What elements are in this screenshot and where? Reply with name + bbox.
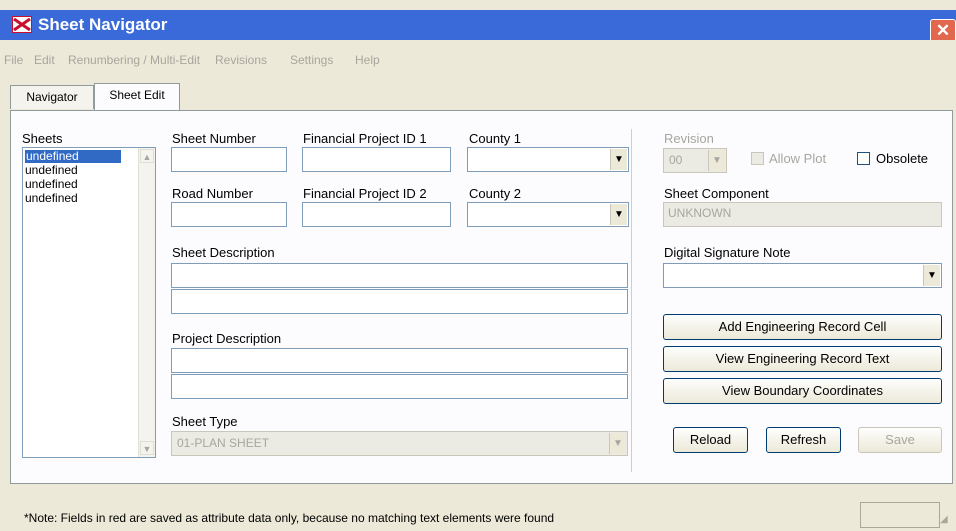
sheet-description-line1[interactable] [171,263,628,288]
reload-button[interactable]: Reload [673,427,748,453]
chevron-down-icon[interactable]: ▼ [923,265,940,286]
revision-value: 00 [669,153,683,167]
revision-select[interactable]: 00 ▼ [663,148,727,173]
digital-signature-note-label: Digital Signature Note [664,245,791,260]
sheets-list[interactable]: undefined undefined undefined undefined … [22,147,156,458]
list-item[interactable]: undefined [25,164,78,177]
digital-signature-note-select[interactable]: ▼ [663,263,942,288]
menu-revisions[interactable]: Revisions [215,53,267,67]
sheet-description-line2[interactable] [171,289,628,314]
allow-plot-checkbox[interactable] [751,152,764,165]
road-number-label: Road Number [172,186,253,201]
menu-file[interactable]: File [4,53,23,67]
title-bar[interactable]: Sheet Navigator ✕ [0,10,956,43]
road-number-input[interactable] [171,202,287,227]
chevron-down-icon[interactable]: ▼ [610,149,627,170]
vertical-divider [631,129,632,472]
project-description-line1[interactable] [171,348,628,373]
county-2-select[interactable]: ▼ [467,202,629,227]
sheet-type-value: 01-PLAN SHEET [177,436,270,450]
scroll-up-icon[interactable]: ▲ [140,149,154,163]
menu-renumbering[interactable]: Renumbering / Multi-Edit [68,53,200,67]
financial-project-id-1-input[interactable] [302,147,451,172]
list-item[interactable]: undefined [25,192,78,205]
obsolete-checkbox[interactable] [857,152,870,165]
resize-grip-icon[interactable]: ◢ [940,514,954,528]
allow-plot-label: Allow Plot [769,151,827,166]
financial-project-id-1-label: Financial Project ID 1 [303,131,427,146]
sheet-component-label: Sheet Component [664,186,769,201]
refresh-button[interactable]: Refresh [766,427,841,453]
scroll-down-icon[interactable]: ▼ [140,441,154,455]
add-engineering-record-cell-button[interactable]: Add Engineering Record Cell [663,314,942,340]
tab-navigator[interactable]: Navigator [10,85,94,109]
sheet-number-label: Sheet Number [172,131,256,146]
sheet-description-label: Sheet Description [172,245,275,260]
obsolete-label: Obsolete [876,151,929,166]
county-2-label: County 2 [469,186,522,201]
sheet-component-input[interactable]: UNKNOWN [663,202,942,227]
view-boundary-coordinates-button[interactable]: View Boundary Coordinates [663,378,942,404]
window-title: Sheet Navigator [38,15,168,34]
project-description-line2[interactable] [171,374,628,399]
revision-label: Revision [664,131,714,146]
sheet-number-input[interactable] [171,147,287,172]
chevron-down-icon[interactable]: ▼ [610,204,627,225]
menu-settings[interactable]: Settings [290,53,333,67]
menu-edit[interactable]: Edit [34,53,55,67]
status-bar: *Note: Fields in red are saved as attrib… [0,498,956,531]
menu-help[interactable]: Help [355,53,380,67]
list-item[interactable]: undefined [25,178,78,191]
sheets-label: Sheets [22,131,63,146]
chevron-down-icon[interactable]: ▼ [708,150,725,171]
sheet-type-label: Sheet Type [172,414,238,429]
sheet-navigator-window: Sheet Navigator ✕ File Edit Renumbering … [0,0,956,531]
county-1-label: County 1 [469,131,522,146]
close-icon: ✕ [935,21,951,40]
menu-bar: File Edit Renumbering / Multi-Edit Revis… [0,40,956,82]
county-1-select[interactable]: ▼ [467,147,629,172]
view-engineering-record-text-button[interactable]: View Engineering Record Text [663,346,942,372]
financial-project-id-2-input[interactable] [302,202,451,227]
project-description-label: Project Description [172,331,282,346]
status-note: *Note: Fields in red are saved as attrib… [24,511,555,525]
sheets-scrollbar[interactable]: ▲ ▼ [138,148,155,457]
sheet-type-select[interactable]: 01-PLAN SHEET ▼ [171,431,628,456]
save-button[interactable]: Save [858,427,942,453]
app-icon [12,16,32,33]
list-item[interactable]: undefined [25,150,121,163]
status-panel [860,502,940,528]
financial-project-id-2-label: Financial Project ID 2 [303,186,427,201]
tab-sheet-edit[interactable]: Sheet Edit [94,83,180,111]
chevron-down-icon[interactable]: ▼ [609,433,626,454]
